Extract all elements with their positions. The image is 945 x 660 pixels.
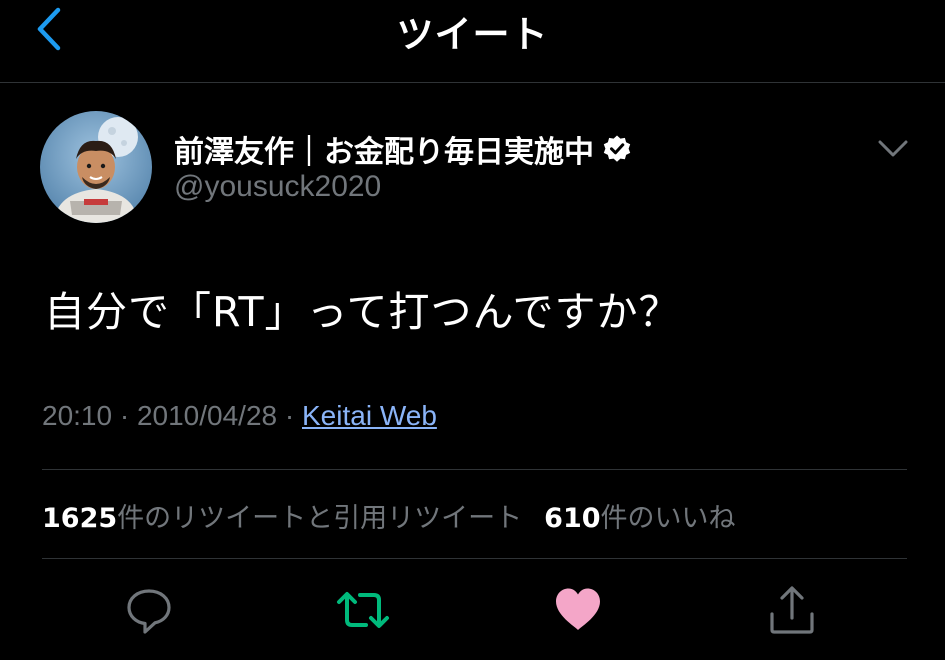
meta-separator: · <box>284 400 295 431</box>
tweet-text: 自分で「RT」って打つんですか？ <box>44 288 681 336</box>
page-title: ツイート <box>396 13 549 56</box>
retweet-icon <box>337 592 389 628</box>
more-options-button[interactable] <box>876 134 910 162</box>
retweet-count-label: 件のリツイートと引用リツイート <box>117 503 523 534</box>
tweet-meta: 20:10 · 2010/04/28 · Keitai Web <box>42 400 437 432</box>
header-bar: ツイート <box>0 0 945 83</box>
tweet-date: 2010/04/28 <box>136 400 278 431</box>
chevron-down-icon <box>878 140 908 157</box>
retweet-count: 1625 <box>42 503 118 534</box>
tweet-source-link[interactable]: Keitai Web <box>302 400 437 431</box>
retweet-button[interactable] <box>336 584 389 636</box>
meta-separator: · <box>119 400 130 431</box>
display-name: 前澤友作｜お金配り毎日実施中 <box>174 135 594 170</box>
tweet-stats: 1625件のリツイートと引用リツイート 610件のいいね <box>42 496 736 535</box>
retweet-count-link[interactable]: 1625件のリツイートと引用リツイート <box>42 503 522 534</box>
heart-icon <box>556 588 600 630</box>
like-count-link[interactable]: 610件のいいね <box>544 503 735 534</box>
user-handle[interactable]: @yousuck2020 <box>174 170 381 204</box>
avatar[interactable] <box>40 111 152 223</box>
verified-badge-icon <box>603 135 631 162</box>
like-count: 610 <box>544 503 601 534</box>
like-count-label: 件のいいね <box>600 503 736 534</box>
reply-icon <box>127 589 171 634</box>
avatar-illustration <box>40 111 152 223</box>
share-icon <box>770 586 814 634</box>
author-name-row[interactable]: 前澤友作｜お金配り毎日実施中 <box>174 127 632 171</box>
like-button[interactable] <box>552 584 604 636</box>
tweet-time: 20:10 <box>42 400 113 431</box>
divider <box>42 469 907 470</box>
reply-button[interactable] <box>123 584 175 636</box>
divider <box>42 558 907 559</box>
share-button[interactable] <box>766 584 818 636</box>
